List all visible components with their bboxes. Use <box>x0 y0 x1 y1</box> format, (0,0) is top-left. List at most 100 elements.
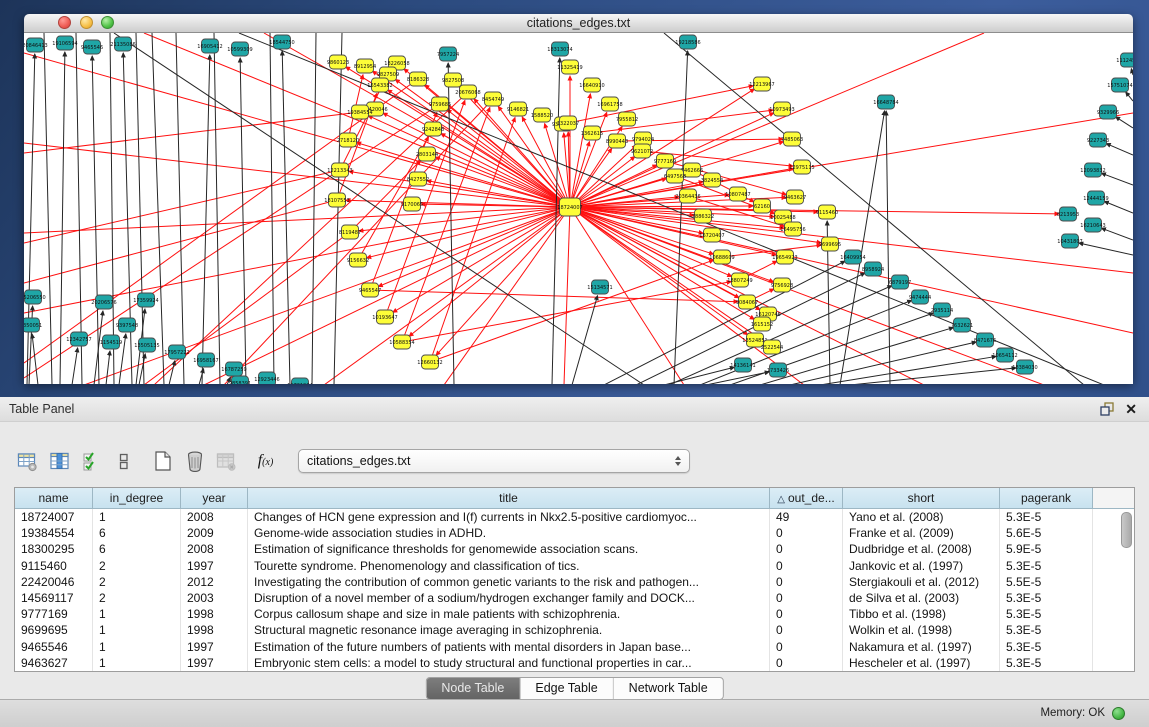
tab-edge-table[interactable]: Edge Table <box>519 678 612 699</box>
graph-node[interactable]: 19218586 <box>675 35 700 49</box>
graph-node[interactable]: 8454749 <box>482 92 504 106</box>
table-row[interactable]: 946362711997Embryonic stem cells: a mode… <box>15 655 1134 671</box>
graph-node[interactable]: 12923446 <box>254 372 279 384</box>
graph-node[interactable]: 10588354 <box>389 335 414 349</box>
delete-table-button-disabled[interactable] <box>213 447 240 475</box>
new-column-button[interactable] <box>149 447 176 475</box>
table-row[interactable]: 2242004622012Investigating the contribut… <box>15 574 1134 590</box>
rows-button[interactable] <box>110 447 137 475</box>
graph-node[interactable]: 10688609 <box>709 250 734 264</box>
column-header-out_de[interactable]: △out_de... <box>770 488 843 509</box>
graph-node[interactable]: 7886322 <box>692 209 714 223</box>
graph-node[interactable]: 9465547 <box>359 283 381 297</box>
graph-node[interactable]: 15751074 <box>1107 78 1132 92</box>
graph-node[interactable]: 8958924 <box>862 262 884 276</box>
table-row[interactable]: 1872400712008Changes of HCN gene express… <box>15 509 1134 525</box>
graph-node[interactable]: 8213953 <box>1057 207 1079 221</box>
graph-node[interactable]: 21135086 <box>110 37 135 51</box>
graph-node[interactable]: 14136141 <box>730 358 755 372</box>
graph-node[interactable]: 6879197 <box>889 275 911 289</box>
graph-node[interactable]: 12660132 <box>417 355 442 369</box>
graph-node[interactable]: 12093832 <box>1080 163 1105 177</box>
graph-node[interactable]: 8990443 <box>606 134 628 148</box>
column-header-in_degree[interactable]: in_degree <box>93 488 181 509</box>
graph-node[interactable]: 2522544 <box>761 340 783 354</box>
table-selector-dropdown[interactable]: citations_edges.txt <box>298 449 690 473</box>
graph-node[interactable]: 8912954 <box>354 59 376 73</box>
graph-node[interactable]: 9827508 <box>442 73 464 87</box>
graph-node[interactable]: 9463627 <box>784 190 806 204</box>
graph-node[interactable]: 9329966 <box>1097 105 1119 119</box>
graph-node[interactable]: 7485063 <box>781 132 803 146</box>
graph-node[interactable]: 12213343 <box>327 163 352 177</box>
tab-node-table[interactable]: Node Table <box>426 678 519 699</box>
column-header-year[interactable]: year <box>181 488 248 509</box>
graph-node[interactable]: 9397548 <box>116 318 138 332</box>
float-window-icon[interactable] <box>1099 401 1115 417</box>
graph-node[interactable]: 9227343 <box>1087 133 1109 147</box>
graph-node[interactable]: 1733426 <box>767 363 789 377</box>
graph-node[interactable]: 16787259 <box>221 362 246 376</box>
graph-node[interactable]: 2718120 <box>337 133 359 147</box>
graph-node[interactable]: 1362615 <box>581 126 603 140</box>
graph-node[interactable]: 9156632 <box>347 253 369 267</box>
graph-node[interactable]: 16905412 <box>197 39 222 53</box>
graph-node[interactable]: 9860123 <box>327 55 349 69</box>
graph-node[interactable]: 17359924 <box>133 293 158 307</box>
graph-node[interactable]: 2935114 <box>931 303 953 317</box>
graph-hub-node[interactable]: 18724007 <box>557 198 582 216</box>
close-panel-icon[interactable]: ✕ <box>1125 399 1137 419</box>
vertical-scrollbar-thumb[interactable] <box>1121 512 1132 548</box>
graph-node[interactable]: 19106594 <box>52 36 77 50</box>
network-window-titlebar[interactable]: citations_edges.txt <box>24 14 1133 33</box>
graph-node[interactable]: 9777169 <box>654 154 676 168</box>
column-header-short[interactable]: short <box>843 488 1000 509</box>
graph-node[interactable]: 16961758 <box>597 97 622 111</box>
graph-node[interactable]: 9759685 <box>429 97 451 111</box>
table-settings-button[interactable] <box>14 447 41 475</box>
graph-node[interactable]: 9858391 <box>229 376 251 384</box>
graph-node[interactable]: 8119487 <box>339 225 361 239</box>
table-row[interactable]: 1456911722003Disruption of a novel membe… <box>15 590 1134 606</box>
graph-node[interactable]: 3824554 <box>701 173 723 187</box>
graph-node[interactable]: 1588520 <box>531 108 553 122</box>
graph-node[interactable]: 12213967 <box>749 77 774 91</box>
graph-node[interactable]: 6497568 <box>664 169 686 183</box>
graph-node[interactable]: 9621072 <box>631 144 653 158</box>
graph-node[interactable]: 1322037 <box>557 116 579 130</box>
graph-node[interactable]: 8186328 <box>407 72 429 86</box>
table-row[interactable]: 977716911998Corpus callosum shape and si… <box>15 606 1134 622</box>
graph-node[interactable]: 8350051 <box>24 318 42 332</box>
graph-node[interactable]: 9699695 <box>819 237 841 251</box>
graph-node[interactable]: 2803144 <box>416 147 438 161</box>
table-row[interactable]: 911546021997Tourette syndrome. Phenomeno… <box>15 558 1134 574</box>
graph-node[interactable]: 16958167 <box>193 353 218 367</box>
graph-node[interactable]: 9146821 <box>507 102 529 116</box>
graph-node[interactable]: 8427552 <box>407 172 429 186</box>
graph-node[interactable]: 16640910 <box>579 78 604 92</box>
graph-node[interactable]: 18107553 <box>324 193 349 207</box>
graph-node[interactable]: 9465546 <box>81 40 103 54</box>
graph-node[interactable]: 11731984 <box>287 378 312 384</box>
graph-node[interactable]: 10654112 <box>992 348 1017 362</box>
column-header-pagerank[interactable]: pagerank <box>1000 488 1093 509</box>
graph-node[interactable]: 25206550 <box>24 290 46 304</box>
graph-node[interactable]: 9084067 <box>736 295 758 309</box>
graph-node[interactable]: 7957224 <box>437 47 459 61</box>
column-header-name[interactable]: name <box>15 488 93 509</box>
graph-node[interactable]: 7955812 <box>616 112 638 126</box>
function-builder-button[interactable]: f(x) <box>252 447 279 475</box>
graph-node[interactable]: 18384030 <box>1012 360 1037 374</box>
graph-node[interactable]: 9115460 <box>816 205 838 219</box>
graph-node[interactable]: 17957222 <box>164 345 189 359</box>
graph-node[interactable]: 12444159 <box>1083 191 1108 205</box>
graph-node[interactable]: 16720407 <box>699 228 724 242</box>
column-visibility-button[interactable] <box>46 447 73 475</box>
column-header-title[interactable]: title <box>248 488 770 509</box>
graph-node[interactable]: 1615152 <box>751 317 773 331</box>
graph-node[interactable]: 18313074 <box>547 42 572 56</box>
table-row[interactable]: 1830029562008Estimation of significance … <box>15 541 1134 557</box>
table-row[interactable]: 946554611997Estimation of the future num… <box>15 639 1134 655</box>
graph-node[interactable]: 16210643 <box>1080 218 1105 232</box>
graph-node[interactable]: 7632621 <box>951 318 973 332</box>
